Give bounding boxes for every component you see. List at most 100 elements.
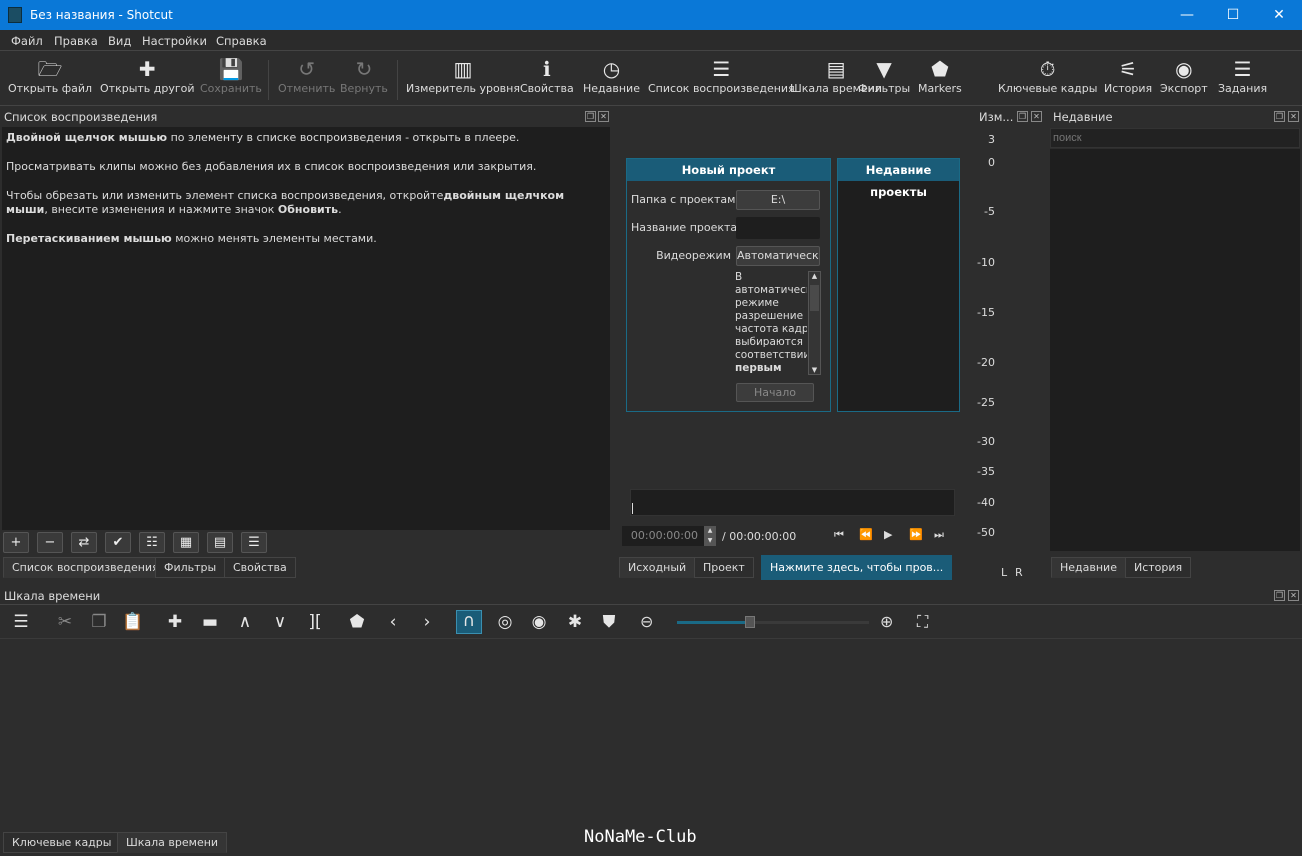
timeline-tracks[interactable]: [0, 638, 1302, 830]
zoom-slider-handle[interactable]: [744, 616, 755, 628]
list-icon: ☰: [712, 57, 731, 81]
scrubber[interactable]: [630, 489, 955, 516]
toolbar-history-button[interactable]: ⚟ История: [1104, 56, 1152, 95]
tab-filters[interactable]: Фильтры: [155, 557, 226, 578]
float-icon[interactable]: ❐: [1274, 590, 1285, 601]
zoom-in-icon[interactable]: ⊕: [880, 612, 900, 631]
remove-button[interactable]: −: [37, 532, 63, 553]
toolbar-list-button[interactable]: ☰ Список воспроизведения: [648, 56, 795, 95]
ripple-markers-icon[interactable]: ⛊: [596, 612, 622, 632]
fast-forward-icon[interactable]: ⏩: [909, 528, 923, 541]
toolbar-stopwatch-button[interactable]: ⏱ Ключевые кадры: [998, 56, 1097, 95]
tab-timeline[interactable]: Шкала времени: [117, 832, 228, 853]
lift-icon[interactable]: ∧: [232, 612, 258, 632]
split-icon[interactable]: ][: [302, 612, 328, 632]
details-view-button[interactable]: ☷: [139, 532, 165, 553]
minimize-button[interactable]: —: [1164, 0, 1210, 30]
search-input[interactable]: [1050, 128, 1300, 148]
copy-icon[interactable]: ❐: [86, 612, 112, 632]
toolbar-open-other-button[interactable]: ✚ Открыть другой: [100, 56, 195, 95]
toolbar-save-button[interactable]: 💾 Сохранить: [200, 56, 262, 95]
close-panel-icon[interactable]: ✕: [1288, 111, 1299, 122]
tab-click-here[interactable]: Нажмите здесь, чтобы пров...: [761, 555, 953, 580]
toolbar-marker-button[interactable]: ⬟ Markers: [918, 56, 962, 95]
float-icon[interactable]: ❐: [1274, 111, 1285, 122]
marker-icon[interactable]: ⬟: [344, 612, 370, 632]
menu-file[interactable]: Файл: [11, 34, 43, 48]
close-panel-icon[interactable]: ✕: [1288, 590, 1299, 601]
snap-icon[interactable]: ∩: [456, 610, 482, 634]
toolbar-export-button[interactable]: ◉ Экспорт: [1160, 56, 1208, 95]
toolbar-audio-meter-button[interactable]: ▥ Измеритель уровня: [406, 56, 520, 95]
scrub-icon[interactable]: ◎: [492, 612, 518, 632]
new-project-title: Новый проект: [627, 159, 830, 181]
folder-button[interactable]: E:\: [736, 190, 820, 210]
toolbar-label: Отменить: [278, 82, 336, 95]
timecode-spinner[interactable]: ▲ ▼: [704, 526, 716, 546]
menu-view[interactable]: Вид: [108, 34, 131, 48]
toolbar-separator: [397, 60, 398, 100]
recent-header: Недавние ❐ ✕: [1049, 108, 1302, 126]
maximize-button[interactable]: ☐: [1210, 0, 1256, 30]
tab-recent[interactable]: Недавние: [1051, 557, 1126, 578]
rewind-icon[interactable]: ⏪: [859, 528, 873, 541]
tab-project[interactable]: Проект: [694, 557, 754, 578]
remove-icon[interactable]: ▬: [197, 612, 223, 632]
paste-icon[interactable]: 📋: [120, 612, 146, 632]
video-mode-select[interactable]: Автоматически: [736, 246, 820, 266]
tab-source[interactable]: Исходный: [619, 557, 696, 578]
tab-history[interactable]: История: [1125, 557, 1192, 578]
zoom-slider[interactable]: [677, 616, 869, 628]
project-name-label: Название проекта: [631, 221, 738, 234]
close-panel-icon[interactable]: ✕: [598, 111, 609, 122]
meter-tick: -30: [977, 435, 995, 448]
update-button[interactable]: ⇄: [71, 532, 97, 553]
play-icon[interactable]: ▶: [884, 528, 892, 541]
close-panel-icon[interactable]: ✕: [1031, 111, 1042, 122]
toolbar-filter-button[interactable]: ▼ Фильтры: [858, 56, 910, 95]
tab-keyframes[interactable]: Ключевые кадры: [3, 832, 121, 853]
project-name-input[interactable]: [736, 217, 820, 239]
menu-button[interactable]: ☰: [241, 532, 267, 553]
check-button[interactable]: ✔: [105, 532, 131, 553]
append-icon[interactable]: ✚: [162, 612, 188, 632]
ripple-icon[interactable]: ◉: [526, 612, 552, 632]
next-marker-icon[interactable]: ›: [414, 612, 440, 632]
cut-icon[interactable]: ✂: [52, 612, 78, 632]
timecode-input[interactable]: 00:00:00:00: [622, 526, 704, 546]
float-icon[interactable]: ❐: [1017, 111, 1028, 122]
skip-end-icon[interactable]: ⏭: [934, 528, 944, 542]
tab-properties[interactable]: Свойства: [224, 557, 296, 578]
float-icon[interactable]: ❐: [585, 111, 596, 122]
menu-icon[interactable]: ☰: [8, 612, 34, 632]
prev-marker-icon[interactable]: ‹: [380, 612, 406, 632]
icons-view-button[interactable]: ▤: [207, 532, 233, 553]
toolbar-label: Измеритель уровня: [406, 82, 520, 95]
description-scrollbar[interactable]: ▲ ▼: [808, 271, 821, 375]
playhead[interactable]: [632, 503, 633, 514]
meter-tick: -25: [977, 396, 995, 409]
ripple-all-icon[interactable]: ✱: [562, 612, 588, 632]
skip-start-icon[interactable]: ⏮: [834, 528, 844, 542]
toolbar-info-button[interactable]: ℹ Свойства: [520, 56, 574, 95]
tab-playlist[interactable]: Список воспроизведения: [3, 557, 168, 578]
zoom-out-icon[interactable]: ⊖: [640, 612, 660, 631]
tiles-view-button[interactable]: ▦: [173, 532, 199, 553]
toolbar-undo-button[interactable]: ↺ Отменить: [278, 56, 335, 95]
scroll-thumb[interactable]: [810, 285, 819, 311]
toolbar-folder-button[interactable]: 🗁 Открыть файл: [8, 56, 92, 95]
start-button[interactable]: Начало: [736, 383, 814, 402]
toolbar-label: Открыть другой: [100, 82, 195, 95]
close-button[interactable]: ✕: [1256, 0, 1302, 30]
toolbar-jobs-button[interactable]: ☰ Задания: [1218, 56, 1267, 95]
menu-settings[interactable]: Настройки: [142, 34, 207, 48]
add-button[interactable]: +: [3, 532, 29, 553]
menu-help[interactable]: Справка: [216, 34, 267, 48]
playlist-header: Список воспроизведения ❐ ✕: [0, 108, 611, 126]
new-project-panel: Новый проект Папка с проектами E:\ Назва…: [626, 158, 831, 412]
overwrite-icon[interactable]: ∨: [267, 612, 293, 632]
zoom-fit-icon[interactable]: ⛶: [917, 612, 937, 632]
toolbar-redo-button[interactable]: ↻ Вернуть: [340, 56, 388, 95]
menu-edit[interactable]: Правка: [54, 34, 98, 48]
toolbar-clock-button[interactable]: ◷ Недавние: [583, 56, 640, 95]
